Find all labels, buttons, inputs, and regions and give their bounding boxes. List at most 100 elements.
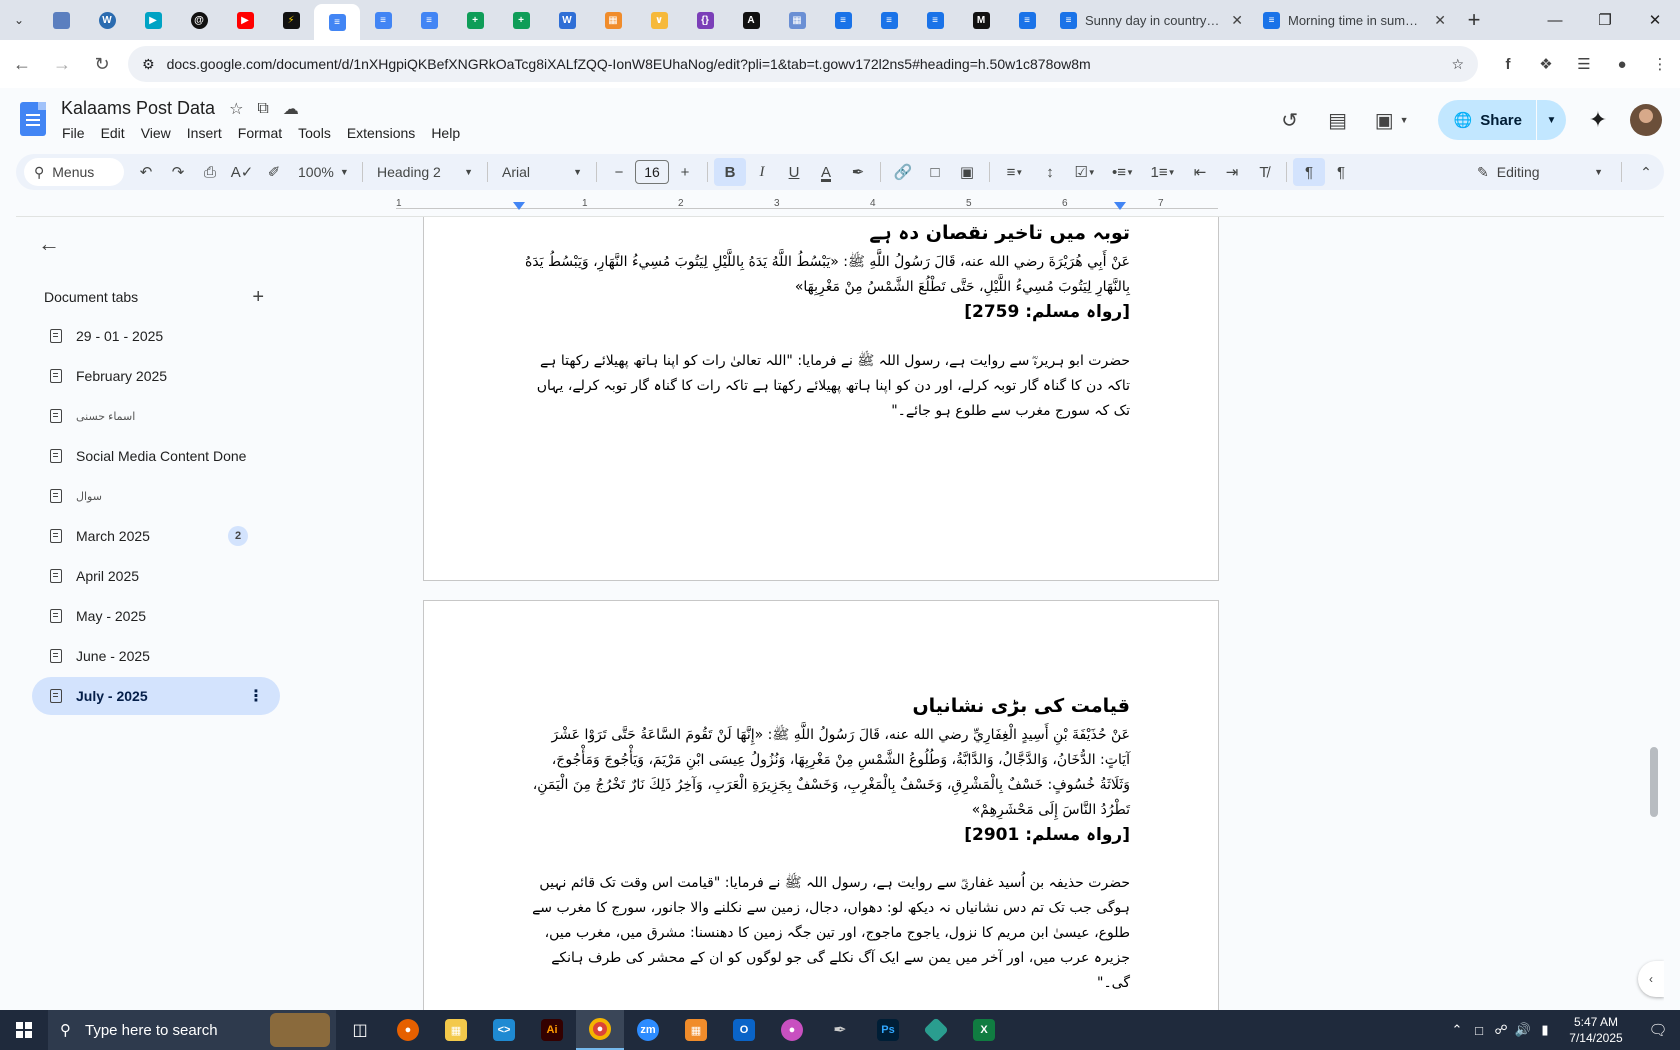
pinned-tab[interactable]: ▶ <box>222 4 268 36</box>
pinned-tab[interactable]: ▦ <box>590 4 636 36</box>
pinned-tab[interactable]: W <box>544 4 590 36</box>
menu-format[interactable]: Format <box>238 125 282 141</box>
pinned-tab[interactable] <box>38 4 84 36</box>
font-select[interactable]: Arial ▼ <box>494 158 590 186</box>
sidebar-item-tab[interactable]: سوال <box>32 477 280 515</box>
pinned-tab[interactable]: + <box>498 4 544 36</box>
highlight-color-icon[interactable]: ✒ <box>842 158 874 186</box>
style-select[interactable]: Heading 2 ▼ <box>369 158 481 186</box>
font-size-input[interactable]: 16 <box>635 160 669 184</box>
browser-tab[interactable]: ≡ Morning time in summer ✕ <box>1253 4 1456 36</box>
document-page[interactable]: قیامت کی بڑی نشانیاں عَنْ حُذَيْفَةَ بْن… <box>423 600 1219 1010</box>
add-tab-icon[interactable]: + <box>252 286 264 309</box>
italic-icon[interactable]: I <box>746 158 778 186</box>
sidebar-item-tab[interactable]: April 2025 <box>32 557 280 595</box>
minimize-icon[interactable]: — <box>1530 0 1580 40</box>
docs-logo-icon[interactable] <box>20 102 46 136</box>
pinned-tab[interactable]: ≡ <box>866 4 912 36</box>
pinned-tab[interactable]: @ <box>176 4 222 36</box>
undo-icon[interactable]: ↶ <box>130 158 162 186</box>
pinned-tab[interactable]: ≡ <box>1004 4 1050 36</box>
outlook-icon[interactable]: O <box>720 1010 768 1050</box>
zoom-icon[interactable]: zm <box>624 1010 672 1050</box>
taskbar-search-input[interactable]: ⚲ Type here to search <box>48 1010 336 1050</box>
paint-app-icon[interactable]: ● <box>768 1010 816 1050</box>
right-indent-marker[interactable] <box>1114 202 1126 210</box>
menu-help[interactable]: Help <box>431 125 460 141</box>
decrease-indent-icon[interactable]: ⇤ <box>1184 158 1216 186</box>
pinned-tab[interactable]: ≡ <box>360 4 406 36</box>
app-orange-icon[interactable]: ▦ <box>672 1010 720 1050</box>
back-icon[interactable]: ← <box>4 46 40 82</box>
sidebar-item-tab[interactable]: اسماء حسنی <box>32 397 280 435</box>
underline-icon[interactable]: U <box>778 158 810 186</box>
notifications-icon[interactable]: 🗨 <box>1636 1021 1680 1039</box>
bold-icon[interactable]: B <box>714 158 746 186</box>
menu-insert[interactable]: Insert <box>187 125 222 141</box>
photoshop-icon[interactable]: Ps <box>864 1010 912 1050</box>
avatar[interactable] <box>1630 104 1662 136</box>
sidebar-item-tab[interactable]: June - 2025 <box>32 637 280 675</box>
pinned-tab[interactable]: ≡ <box>406 4 452 36</box>
new-tab-button[interactable]: + <box>1456 4 1492 36</box>
volume-icon[interactable]: 🔊 <box>1512 1022 1534 1038</box>
scrollbar-thumb[interactable] <box>1650 747 1658 817</box>
close-window-icon[interactable]: ✕ <box>1630 0 1680 40</box>
menu-tools[interactable]: Tools <box>298 125 331 141</box>
numbered-list-icon[interactable]: 1≡ ▼ <box>1142 158 1184 186</box>
excel-icon[interactable]: X <box>960 1010 1008 1050</box>
insert-link-icon[interactable]: 🔗 <box>887 158 919 186</box>
print-icon[interactable]: ⎙ <box>194 158 226 186</box>
history-icon[interactable]: ↺ <box>1266 100 1314 140</box>
task-view-icon[interactable]: ◫ <box>336 1010 384 1050</box>
browser-menu-icon[interactable]: ⋮ <box>1644 48 1676 80</box>
bulleted-list-icon[interactable]: •≡ ▼ <box>1104 158 1142 186</box>
pinned-tab[interactable]: A <box>728 4 774 36</box>
document-page[interactable]: توبہ میں تاخیر نقصان دہ ہے عَنْ أَبِي هُ… <box>423 217 1219 581</box>
rtl-direction-icon[interactable]: ¶ <box>1293 158 1325 186</box>
illustrator-icon[interactable]: Ai <box>528 1010 576 1050</box>
editing-mode-select[interactable]: ✎ Editing ▼ <box>1465 164 1615 181</box>
extensions-puzzle-icon[interactable]: ❖ <box>1530 48 1562 80</box>
vscode-icon[interactable]: <> <box>480 1010 528 1050</box>
pinned-tab[interactable]: ≡ <box>912 4 958 36</box>
redo-icon[interactable]: ↷ <box>162 158 194 186</box>
sidebar-item-tab[interactable]: 29 - 01 - 2025 <box>32 317 280 355</box>
start-button[interactable] <box>0 1010 48 1050</box>
pinned-tab[interactable]: ∨ <box>636 4 682 36</box>
pinned-tab-active-docs[interactable]: ≡ <box>314 4 360 40</box>
left-indent-marker[interactable] <box>513 202 525 210</box>
clear-formatting-icon[interactable]: T̸ <box>1248 158 1280 186</box>
profile-avatar-icon[interactable]: ● <box>1606 48 1638 80</box>
pinned-tab[interactable]: W <box>84 4 130 36</box>
add-comment-icon[interactable]: □ <box>919 158 951 186</box>
extension-f-icon[interactable]: f <box>1492 48 1524 80</box>
side-panel-expand-icon[interactable]: ‹ <box>1638 961 1664 997</box>
pinned-tab[interactable]: ▦ <box>774 4 820 36</box>
move-icon[interactable]: ⧉ <box>257 100 268 118</box>
chrome-icon[interactable]: ● <box>576 1010 624 1050</box>
share-dropdown-icon[interactable]: ▼ <box>1536 100 1566 140</box>
menu-file[interactable]: File <box>62 125 85 141</box>
menu-view[interactable]: View <box>141 125 171 141</box>
text-color-icon[interactable]: A <box>810 158 842 186</box>
star-icon[interactable]: ☆ <box>229 99 243 119</box>
forward-icon[interactable]: → <box>44 46 80 82</box>
chevron-up-icon[interactable]: ⌃ <box>1446 1022 1468 1038</box>
tab-search-chevron-icon[interactable]: ⌄ <box>0 0 38 40</box>
cloud-status-icon[interactable]: ☁ <box>283 99 299 119</box>
pinned-tab[interactable]: + <box>452 4 498 36</box>
paint-format-icon[interactable]: ✐ <box>258 158 290 186</box>
pinned-tab[interactable]: {} <box>682 4 728 36</box>
firefox-icon[interactable]: ● <box>384 1010 432 1050</box>
media-queue-icon[interactable]: ☰ <box>1568 48 1600 80</box>
more-options-icon[interactable]: ⋮ <box>248 686 264 706</box>
align-icon[interactable]: ≡ ▼ <box>996 158 1034 186</box>
restore-icon[interactable]: ❐ <box>1580 0 1630 40</box>
pen-tool-icon[interactable]: ✒ <box>816 1010 864 1050</box>
collapse-toolbar-icon[interactable]: ⌃ <box>1628 164 1664 181</box>
line-spacing-icon[interactable]: ↕ <box>1034 158 1066 186</box>
menu-edit[interactable]: Edit <box>101 125 125 141</box>
site-info-icon[interactable]: ⚙ <box>142 56 155 73</box>
sidebar-item-tab[interactable]: March 2025 2 <box>32 517 280 555</box>
